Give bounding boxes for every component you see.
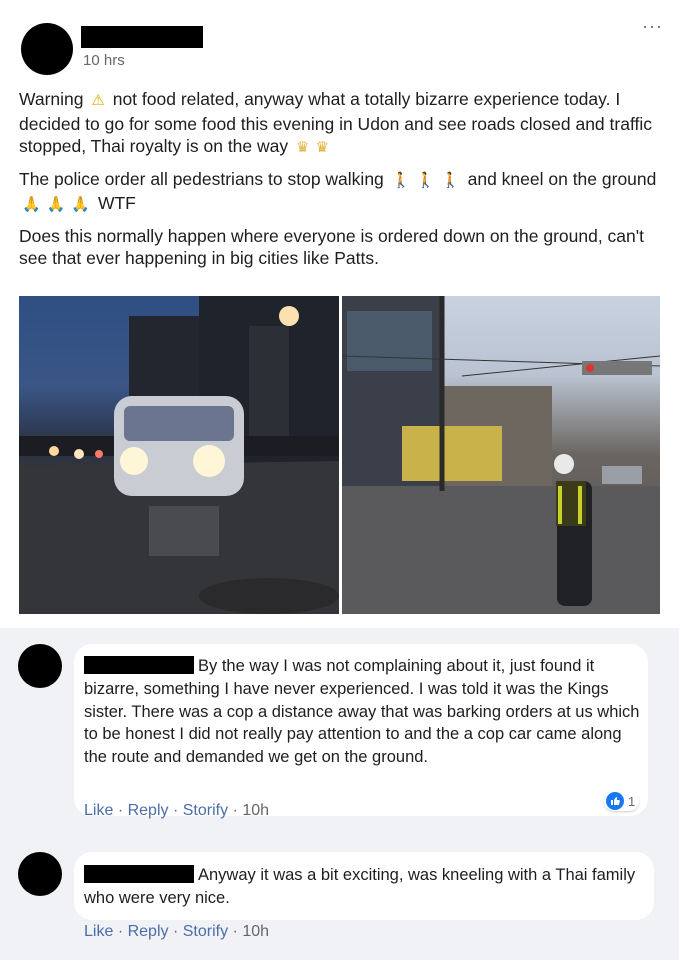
post-paragraph-2: The police order all pedestrians to stop… xyxy=(19,168,659,217)
walking-person-icon: 🚶 xyxy=(441,171,460,189)
reaction-count: 1 xyxy=(628,793,636,809)
post-text-segment: The police order all pedestrians to stop… xyxy=(19,168,384,189)
post-card: 10 hrs ··· Warning ⚠ not food related, a… xyxy=(0,0,679,628)
thumbs-up-icon xyxy=(606,792,624,810)
separator-dot: · xyxy=(117,802,128,819)
comment-actions: Like · Reply · Storify · 10h xyxy=(84,923,269,941)
comment-timestamp[interactable]: 10h xyxy=(242,802,269,819)
separator-dot: · xyxy=(172,923,183,940)
storify-button[interactable]: Storify xyxy=(183,923,228,940)
more-options-icon[interactable]: ··· xyxy=(642,16,663,37)
author-avatar[interactable] xyxy=(21,23,73,75)
crown-icon: ♛ xyxy=(315,139,329,156)
post-text-segment: Warning xyxy=(19,89,84,109)
post-paragraph-3: Does this normally happen where everyone… xyxy=(19,225,644,269)
separator-dot: · xyxy=(232,923,243,940)
walking-person-icon: 🚶 xyxy=(416,171,436,189)
crown-icon: ♛ xyxy=(296,139,310,156)
post-text-segment: WTF xyxy=(97,193,136,213)
post-text-segment: and kneel on the ground xyxy=(467,168,657,189)
post-timestamp[interactable]: 10 hrs xyxy=(83,52,125,69)
walking-person-icon: 🚶 xyxy=(391,171,411,189)
commenter-avatar[interactable] xyxy=(18,852,62,896)
separator-dot: · xyxy=(232,802,243,819)
warning-icon: ⚠ xyxy=(91,92,105,109)
reply-button[interactable]: Reply xyxy=(128,923,169,940)
commenter-name-redacted[interactable] xyxy=(84,656,194,674)
comment-text: By the way I was not complaining about i… xyxy=(84,655,642,769)
praying-hands-icon: 🙏 xyxy=(46,196,66,213)
author-name-redacted xyxy=(81,26,203,48)
separator-dot: · xyxy=(117,923,128,940)
comment-timestamp[interactable]: 10h xyxy=(242,923,269,940)
praying-hands-icon: 🙏 xyxy=(71,196,91,213)
comment-text: Anyway it was a bit exciting, was kneeli… xyxy=(84,864,646,910)
storify-button[interactable]: Storify xyxy=(183,802,228,819)
comment-actions: Like · Reply · Storify · 10h xyxy=(84,802,269,820)
like-button[interactable]: Like xyxy=(84,923,113,940)
reply-button[interactable]: Reply xyxy=(128,802,169,819)
reaction-count-badge[interactable]: 1 xyxy=(604,791,640,811)
commenter-name-redacted[interactable] xyxy=(84,865,194,883)
separator-dot: · xyxy=(172,802,183,819)
post-text-segment: not food related, anyway what a totally … xyxy=(19,89,652,156)
post-paragraph-1: Warning ⚠ not food related, anyway what … xyxy=(19,88,659,160)
post-body: Warning ⚠ not food related, anyway what … xyxy=(19,88,659,278)
like-button[interactable]: Like xyxy=(84,802,113,819)
praying-hands-icon: 🙏 xyxy=(22,196,41,213)
comments-section: By the way I was not complaining about i… xyxy=(0,628,679,960)
post-photo-night-street[interactable] xyxy=(19,296,339,614)
commenter-avatar[interactable] xyxy=(18,644,62,688)
post-photo-police-officer[interactable] xyxy=(342,296,660,614)
